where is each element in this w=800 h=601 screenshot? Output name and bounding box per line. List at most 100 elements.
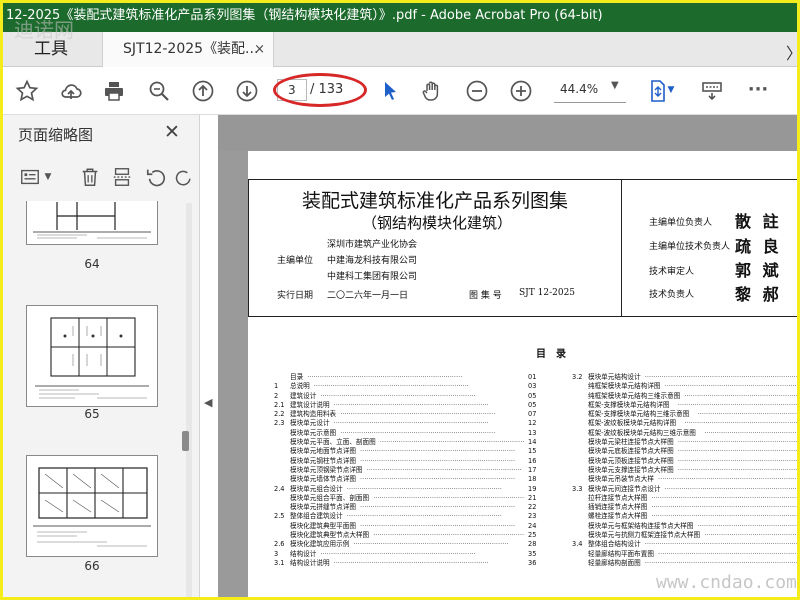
toc-row[interactable]: 模块单元与抗侧力框架连接节点大样图 ·······················… <box>572 531 800 540</box>
star-icon[interactable] <box>13 77 41 105</box>
chevron-right-icon[interactable]: 〉 <box>786 40 800 64</box>
toc-row[interactable]: 模块单元顶板连接节点大样图 ···························… <box>572 457 800 466</box>
toc-row[interactable]: 2.3 模块单元设计 ·······························… <box>274 419 538 428</box>
toc-row[interactable]: 2 建筑设计 ···································… <box>274 392 538 401</box>
select-cursor-icon[interactable] <box>376 77 404 105</box>
toc-title: 框架-支撑模块单元结构详图 <box>588 400 670 409</box>
toc-title: 模块单元吊装节点大样 <box>588 475 654 484</box>
toc-page-number: 14 <box>528 438 537 447</box>
tab-document[interactable]: SJT12-2025《装配... × <box>102 32 274 67</box>
extract-pages-icon[interactable] <box>110 163 134 191</box>
read-mode-icon[interactable] <box>698 77 726 105</box>
toc-row[interactable]: 2.1 建筑设计说明 ·······························… <box>274 401 538 410</box>
toc-row[interactable]: 模块单元顶钢梁节点详图 ·····························… <box>274 466 538 475</box>
more-options-icon[interactable]: ··· <box>744 75 772 103</box>
previous-page-icon[interactable] <box>189 77 217 105</box>
toc-title: 模块单元间连接节点设计 <box>588 484 661 493</box>
toc-number: 1 <box>274 382 279 391</box>
fit-dropdown-icon[interactable]: ▼ <box>664 83 678 97</box>
toc-leader: ········································… <box>651 493 800 502</box>
zoom-level[interactable]: 44.4% <box>560 82 598 96</box>
options-dropdown-icon[interactable]: ▼ <box>42 163 54 191</box>
toc-row[interactable]: 目录 ······································… <box>274 373 538 382</box>
toc-row[interactable]: 螺栓连接节点大样图 ·······························… <box>572 512 800 521</box>
rotate-right-icon[interactable] <box>174 163 194 191</box>
panel-toolbar: ▼ <box>14 163 200 193</box>
tab-document-label: SJT12-2025《装配... <box>123 41 259 57</box>
editor-name: 深圳市建筑产业化协会 <box>327 240 418 250</box>
toc-leader: ········································… <box>684 391 800 400</box>
tab-close-button[interactable]: × <box>254 32 265 67</box>
zoom-in-icon[interactable] <box>507 77 535 105</box>
toc-row[interactable]: 模块单元示意图 ·································… <box>274 429 538 438</box>
toc-row[interactable]: 2.5 整体组合建筑设计 ·····························… <box>274 512 538 521</box>
toc-row[interactable]: 模块单元平面、立面、剖面图 ···························… <box>274 438 538 447</box>
print-icon[interactable] <box>100 77 128 105</box>
options-list-icon[interactable] <box>18 163 42 191</box>
thumbnail-page-64[interactable] <box>26 201 158 245</box>
toc-row[interactable]: 模块化建筑典型平面图 ······························… <box>274 522 538 531</box>
thumbnail-page-65[interactable] <box>26 305 158 407</box>
thumbnail-scrollbar-thumb[interactable] <box>182 431 189 451</box>
toc-row[interactable]: 模块化建筑典型节点大样图 ····························… <box>274 531 538 540</box>
collapse-panel-icon[interactable]: ◀ <box>204 396 212 409</box>
panel-close-button[interactable]: ✕ <box>164 121 180 143</box>
toc-title: 整体组合建筑设计 <box>290 512 343 521</box>
toc-leader: ········································… <box>677 456 800 465</box>
toc-leader: ········································… <box>677 438 800 447</box>
toc-page-number: 13 <box>528 428 537 437</box>
toc-row[interactable]: 模块单元钢柱节点详图 ······························… <box>274 457 538 466</box>
toc-leader: ········································… <box>340 428 496 437</box>
toc-leader: ········································… <box>360 521 516 530</box>
hand-tool-icon[interactable] <box>418 77 446 105</box>
toc-row[interactable]: 3 结构设计 ···································… <box>274 550 538 559</box>
toc-row[interactable]: 3.3 模块单元间连接节点设计 ··························… <box>572 485 800 494</box>
toc-row[interactable]: 模块单元支撑连接节点大样图 ···························… <box>572 466 800 475</box>
toc-number: 2 <box>274 391 279 400</box>
toc-row[interactable]: 轻量廊结构剖面图 ································… <box>572 559 800 568</box>
toc-row[interactable]: 模块单元墙体节点详图 ······························… <box>274 475 538 484</box>
toc-leader: ········································… <box>373 531 524 540</box>
thumbnail-page-66[interactable] <box>26 455 158 557</box>
toc-row[interactable]: 1 总说明 ····································… <box>274 382 538 391</box>
toc-row[interactable]: 2.4 模块单元组合设计 ·····························… <box>274 485 538 494</box>
toc-leader: ········································… <box>684 419 800 428</box>
toc-leader: ········································… <box>333 558 489 567</box>
toc-title: 模块化建筑典型平面图 <box>290 521 356 530</box>
thumbnail-drawing <box>33 202 151 239</box>
toc-row[interactable]: 模块单元地面节点详图 ······························… <box>274 447 538 456</box>
next-page-icon[interactable] <box>233 77 261 105</box>
toc-leader: ········································… <box>664 484 800 493</box>
toc-row[interactable]: 模块单元底板连接节点大样图 ···························… <box>572 447 800 456</box>
search-zoom-icon[interactable] <box>145 77 173 105</box>
toc-row[interactable]: 拉杆连接节点大样图 ·······························… <box>572 494 800 503</box>
toc-number: 2.1 <box>274 400 285 409</box>
chevron-down-icon[interactable]: ▼ <box>611 80 619 91</box>
toc-row[interactable]: 轻量廊结构平面布置图 ······························… <box>572 550 800 559</box>
toc-page-number: 23 <box>528 512 537 521</box>
toc-row[interactable]: 模块单元与框架结构连接节点大样图 ························… <box>572 522 800 531</box>
thumbnail-scrollbar-track[interactable] <box>186 203 192 598</box>
toc-row[interactable]: 3.2 模块单元结构设计 ·····························… <box>572 373 800 382</box>
toc-row[interactable]: 模块单元梁柱连接节点大样图 ···························… <box>572 438 800 447</box>
signatory-label: 技术审定人 <box>649 267 695 277</box>
toc-leader: ········································… <box>677 447 800 456</box>
toc-row[interactable]: 纯框架模块单元结构三维示意图 ··························… <box>572 392 800 401</box>
toc-row[interactable]: 框架-波纹板模块单元结构三维示意图 ·······················… <box>572 429 800 438</box>
toc-page-number: 36 <box>528 558 537 567</box>
toc-row[interactable]: 3.1 结构设计说明 ·······························… <box>274 559 538 568</box>
toc-row[interactable]: 模块单元吊装节点大样 ······························… <box>572 475 800 484</box>
toc-page-number: 05 <box>528 391 537 400</box>
toc-row[interactable]: 2.6 模块化建筑应用示例 ····························… <box>274 540 538 549</box>
rotate-left-icon[interactable] <box>144 163 168 191</box>
toc-row[interactable]: 模块单元组合平面、剖面图 ····························… <box>274 494 538 503</box>
toc-row[interactable]: 3.4 整体组合结构设计 ·····························… <box>572 540 800 549</box>
toc-row[interactable]: 框架-波纹板模块单元结构详图 ··························… <box>572 419 800 428</box>
toc-title: 模块单元与抗侧力框架连接节点大样图 <box>588 531 701 540</box>
toc-row[interactable]: 纯框架模块单元结构详图 ·····························… <box>572 382 800 391</box>
toc-number: 3 <box>274 549 279 558</box>
trash-icon[interactable] <box>78 163 102 191</box>
toc-row[interactable]: 框架-支撑模块单元结构详图 ···························… <box>572 401 800 410</box>
cloud-upload-icon[interactable] <box>57 77 85 105</box>
zoom-out-icon[interactable] <box>463 77 491 105</box>
